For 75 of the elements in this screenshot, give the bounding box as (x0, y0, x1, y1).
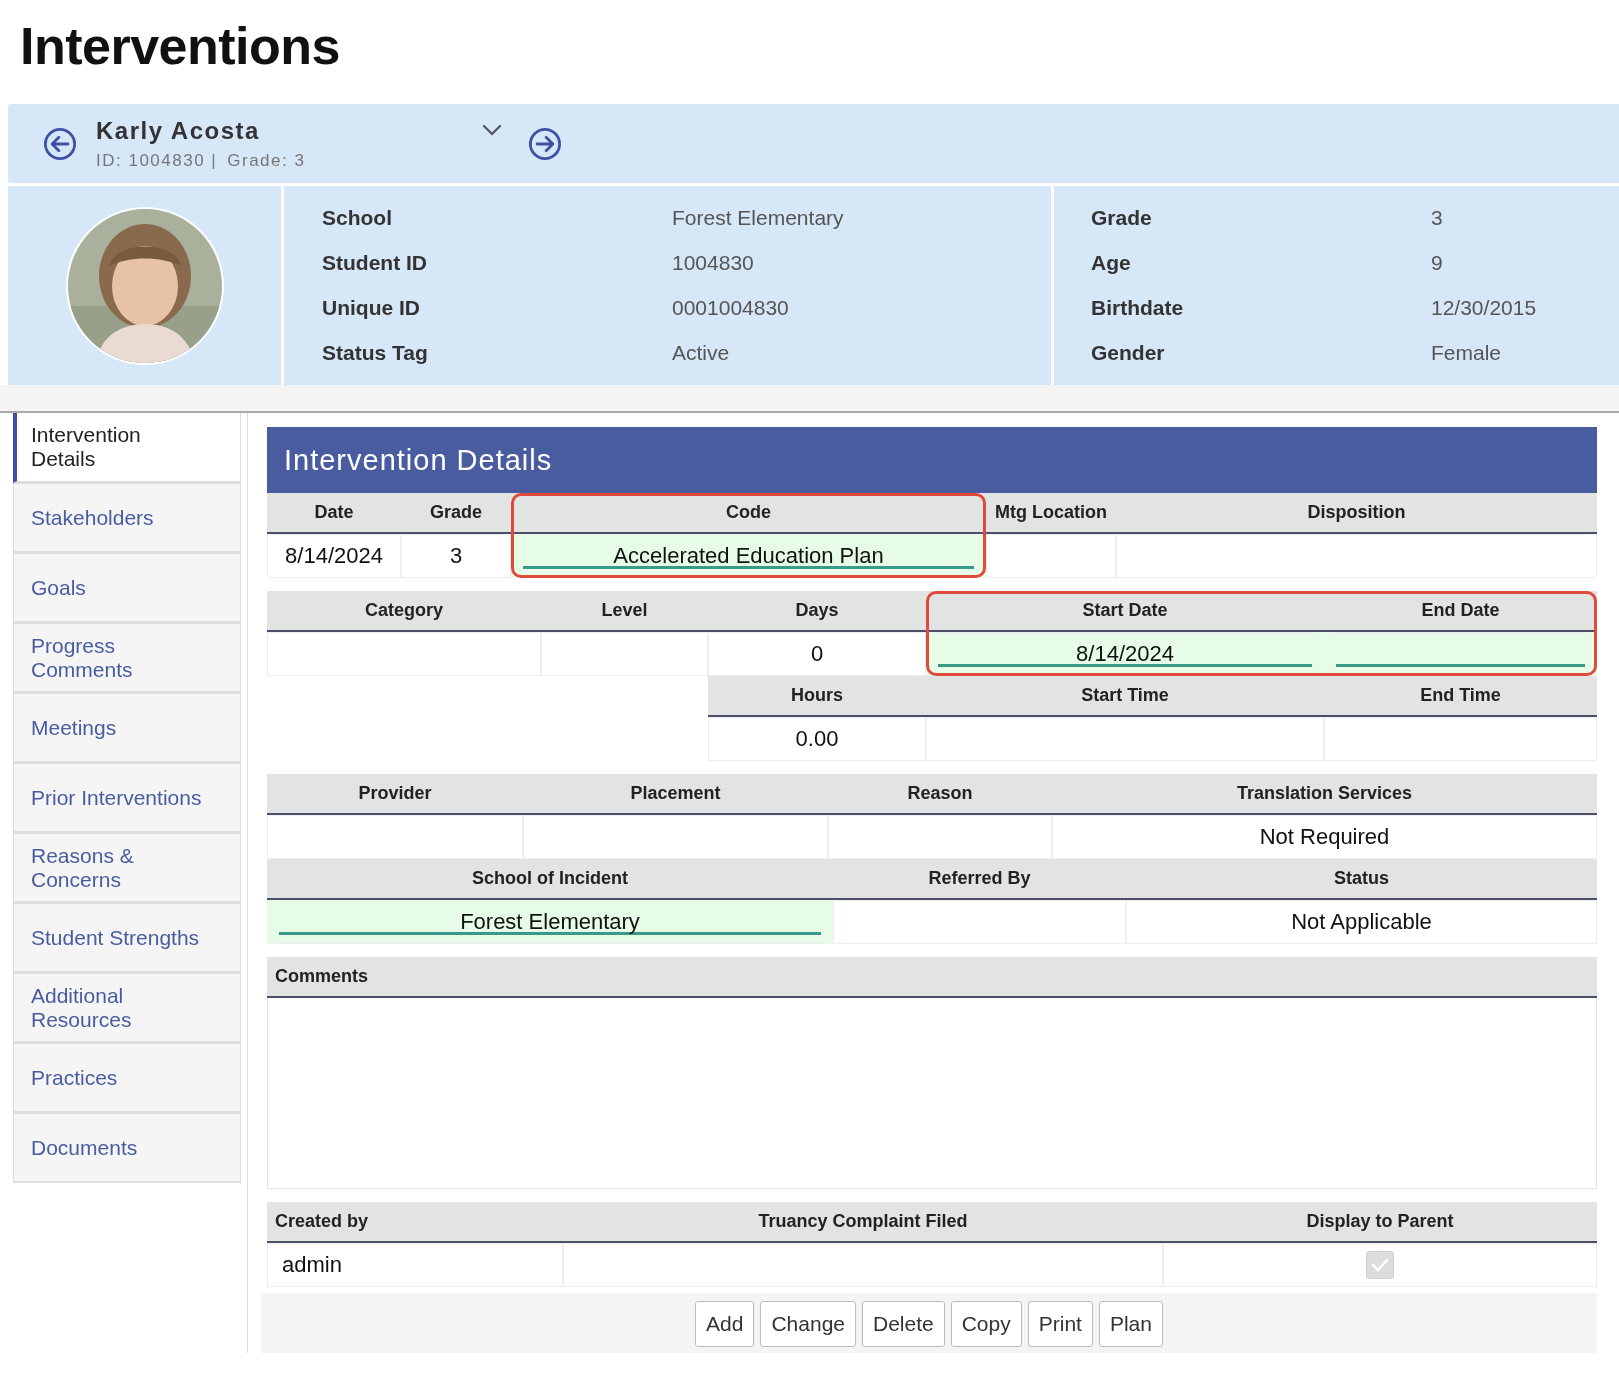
input-field[interactable] (1324, 632, 1597, 676)
sidebar-item[interactable]: Goals (13, 553, 241, 623)
column-header: Date (267, 493, 401, 534)
column-header: Hours (708, 676, 926, 717)
column-header: Reason (828, 774, 1052, 815)
student-id: ID: 1004830 | (96, 150, 218, 171)
column-header: Disposition (1116, 493, 1597, 534)
info-value: Forest Elementary (672, 205, 845, 231)
column-header: Referred By (833, 859, 1126, 900)
sidebar-item[interactable]: Reasons & Concerns (13, 833, 241, 903)
info-label: Gender (1091, 340, 1166, 366)
column-header: Provider (267, 774, 523, 815)
sidebar-item[interactable]: Prior Interventions (13, 763, 241, 833)
sidebar-item[interactable]: Progress Comments (13, 623, 241, 693)
column-header: Created by (267, 1202, 563, 1243)
action-button[interactable]: Add (695, 1301, 755, 1347)
table-cell: 0.00 (708, 717, 926, 761)
student-grade: Grade: 3 (227, 150, 306, 171)
info-label: School (322, 205, 393, 231)
info-label: Unique ID (322, 295, 421, 321)
table-cell: 3 (401, 534, 511, 578)
panel-header: Intervention Details (267, 427, 1597, 493)
info-value: Active (672, 340, 731, 366)
action-button[interactable]: Copy (950, 1301, 1022, 1347)
column-header: Placement (523, 774, 828, 815)
action-button[interactable]: Print (1027, 1301, 1093, 1347)
student-name: Karly Acosta (96, 116, 261, 145)
sidebar-item[interactable]: Practices (13, 1043, 241, 1113)
sidebar-item[interactable]: Intervention Details (13, 413, 241, 483)
info-label: Age (1091, 250, 1132, 276)
info-label: Grade (1091, 205, 1153, 231)
sidebar-item[interactable]: Student Strengths (13, 903, 241, 973)
info-value: 12/30/2015 (1431, 295, 1538, 321)
column-header: Mtg Location (986, 493, 1116, 534)
table-cell: 0 (708, 632, 926, 676)
input-field[interactable]: Forest Elementary (267, 900, 833, 944)
info-value: 9 (1431, 250, 1444, 276)
column-header: Level (541, 591, 708, 632)
column-header: Comments (267, 957, 1597, 998)
info-label: Birthdate (1091, 295, 1185, 321)
table-cell: Not Applicable (1126, 900, 1597, 944)
column-header: Days (708, 591, 926, 632)
info-value: 3 (1431, 205, 1444, 231)
chevron-down-icon[interactable] (481, 122, 503, 138)
input-field[interactable]: 8/14/2024 (926, 632, 1324, 676)
input-field[interactable]: Accelerated Education Plan (511, 534, 986, 578)
column-header: Start Time (926, 676, 1324, 717)
column-header: Category (267, 591, 541, 632)
sidebar-item[interactable]: Additional Resources (13, 973, 241, 1043)
column-header: Translation Services (1052, 774, 1597, 815)
table-cell: 8/14/2024 (267, 534, 401, 578)
info-value: 0001004830 (672, 295, 790, 321)
column-header: Grade (401, 493, 511, 534)
comments-field[interactable] (267, 998, 1597, 1189)
info-value: Female (1431, 340, 1503, 366)
column-header: Display to Parent (1163, 1202, 1597, 1243)
previous-icon[interactable] (42, 125, 78, 162)
next-icon[interactable] (527, 125, 563, 162)
sidebar-item[interactable]: Stakeholders (13, 483, 241, 553)
sidebar-item[interactable]: Meetings (13, 693, 241, 763)
action-button[interactable]: Plan (1098, 1301, 1163, 1347)
info-value: 1004830 (672, 250, 755, 276)
table-cell: admin (267, 1243, 563, 1287)
sidebar-item[interactable]: Documents (13, 1113, 241, 1183)
action-button[interactable]: Change (760, 1301, 856, 1347)
column-header: End Time (1324, 676, 1597, 717)
action-button[interactable]: Delete (862, 1301, 945, 1347)
column-header: Truancy Complaint Filed (563, 1202, 1163, 1243)
column-header: School of Incident (267, 859, 833, 900)
info-label: Student ID (322, 250, 428, 276)
info-label: Status Tag (322, 340, 429, 366)
page-title: Interventions (19, 16, 341, 77)
table-cell: Not Required (1052, 815, 1597, 859)
column-header: Status (1126, 859, 1597, 900)
column-header: Start Date (926, 591, 1324, 632)
